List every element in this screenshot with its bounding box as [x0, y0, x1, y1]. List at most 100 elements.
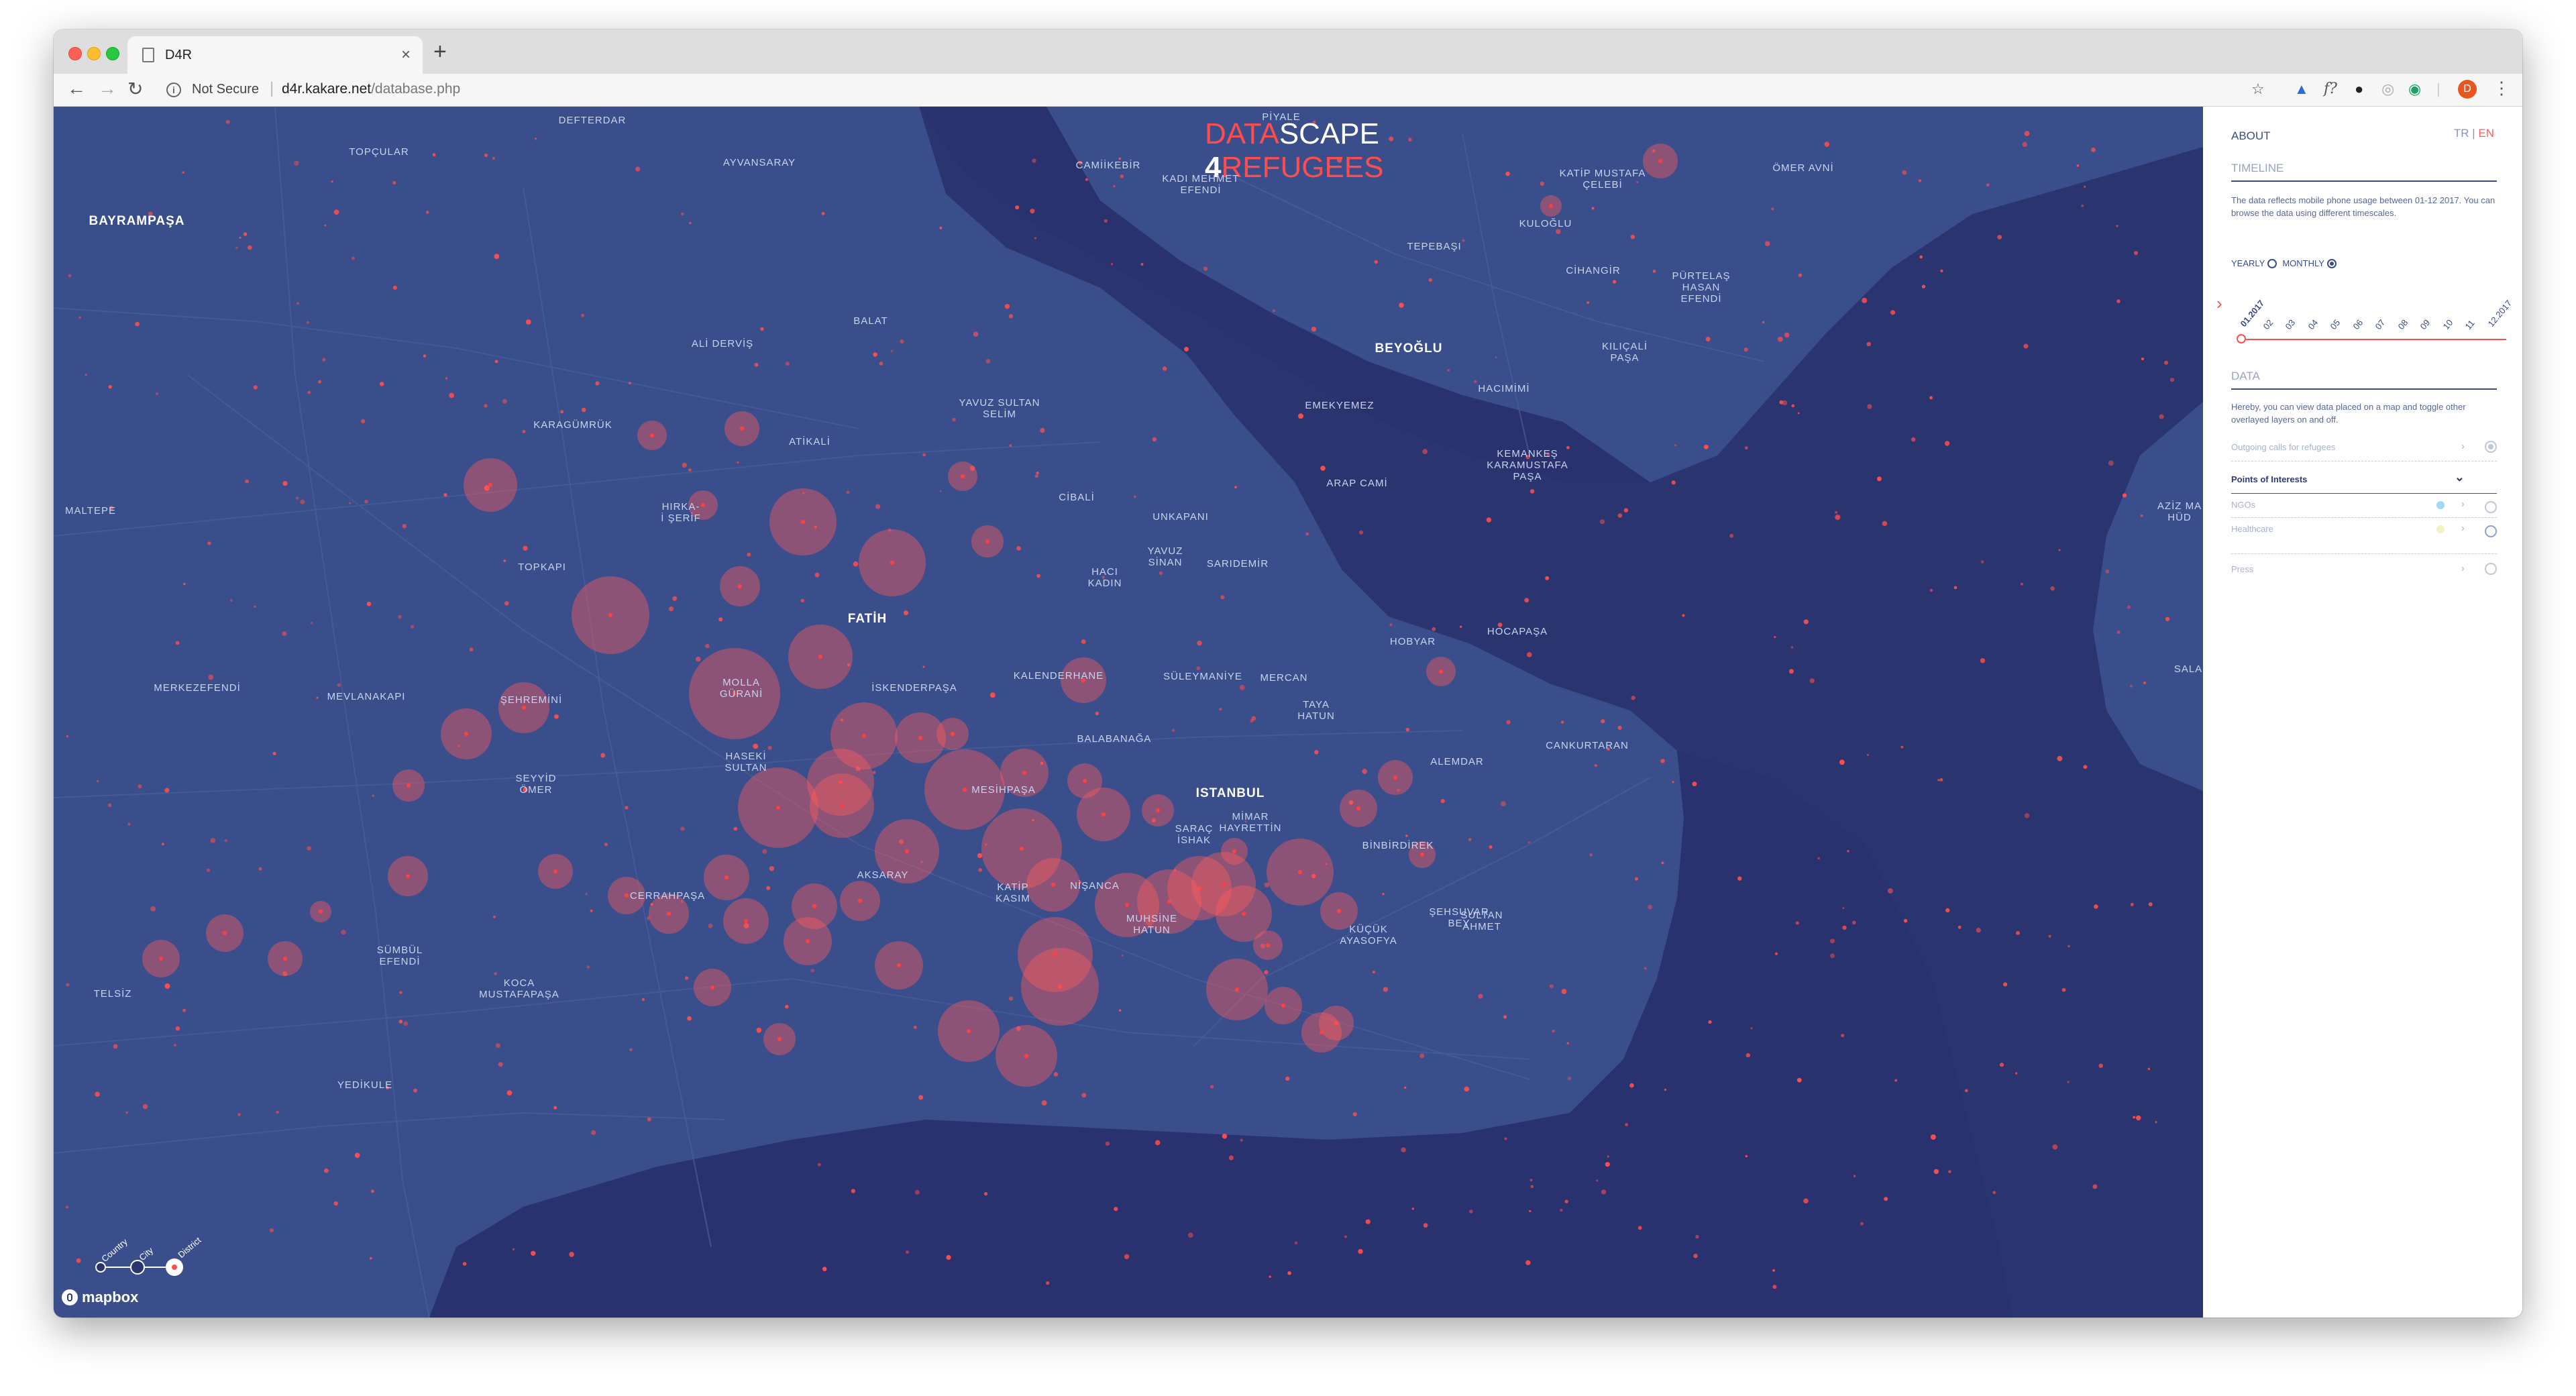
layer-ngos[interactable]: NGOs ›: [2231, 498, 2497, 513]
layer-toggle-healthcare[interactable]: [2485, 525, 2497, 537]
layer-toggle-press[interactable]: [2485, 563, 2497, 575]
month-label[interactable]: 04: [2306, 317, 2320, 331]
bookmark-star-icon[interactable]: ☆: [2251, 80, 2265, 98]
layer-outgoing-calls[interactable]: Outgoing calls for refugees ›: [2231, 441, 2497, 458]
month-label[interactable]: 08: [2396, 317, 2410, 331]
back-arrow-icon[interactable]: ←: [67, 78, 86, 99]
month-label[interactable]: 09: [2418, 317, 2432, 331]
about-link[interactable]: ABOUT: [2231, 129, 2271, 143]
security-label[interactable]: Not Secure: [192, 82, 259, 97]
close-icon[interactable]: ×: [401, 46, 411, 64]
maximize-window-button[interactable]: [106, 47, 119, 60]
map-canvas[interactable]: DATASCAPE 4REFUGEES DEFTERDAR TOPÇULAR AYV…: [54, 107, 2203, 1318]
mapbox-logo[interactable]: mapbox: [62, 1289, 138, 1306]
data-point: [1860, 1222, 1864, 1226]
data-point: [1294, 1241, 1298, 1245]
document-icon: [142, 48, 154, 62]
monthly-radio[interactable]: [2326, 258, 2337, 268]
data-point: [1607, 1155, 1609, 1158]
new-tab-button[interactable]: +: [433, 39, 447, 65]
url-field[interactable]: d4r.kakare.net/database.php: [282, 81, 460, 97]
month-label[interactable]: 07: [2373, 317, 2387, 331]
call-bubble-center: [1337, 909, 1341, 913]
close-window-button[interactable]: [68, 47, 82, 60]
place-label: YAVUZ SİNAN: [1147, 545, 1183, 568]
call-bubble-center: [1439, 669, 1443, 674]
data-point: [1919, 255, 1923, 259]
data-point: [411, 625, 415, 629]
data-point: [1587, 301, 1589, 304]
data-point: [853, 561, 859, 567]
data-point: [1648, 904, 1652, 910]
data-point: [810, 969, 814, 973]
minimize-window-button[interactable]: [87, 47, 101, 60]
chevron-right-icon[interactable]: ›: [2216, 293, 2222, 314]
place-label: HOCAPAŞA: [1487, 626, 1548, 637]
call-bubble-center: [223, 931, 227, 935]
reload-icon[interactable]: ↻: [127, 78, 143, 100]
extension-circle-icon[interactable]: ◎: [2381, 80, 2394, 98]
extension-grammarly-icon[interactable]: ◉: [2408, 80, 2421, 98]
layer-press[interactable]: Press ›: [2231, 563, 2497, 575]
month-label[interactable]: 03: [2284, 317, 2298, 331]
data-point: [1389, 136, 1394, 142]
yearly-radio[interactable]: [2267, 258, 2277, 268]
timeline-track[interactable]: [2241, 339, 2506, 340]
chevron-down-icon[interactable]: ⌄: [2455, 470, 2465, 484]
month-label[interactable]: 06: [2351, 317, 2365, 331]
data-point: [1929, 396, 1933, 400]
data-point: [1134, 495, 1136, 498]
call-bubble-center: [1242, 912, 1246, 916]
info-icon[interactable]: i: [166, 83, 181, 97]
month-label[interactable]: 02: [2261, 317, 2275, 331]
extension-cap-icon[interactable]: ▲: [2294, 80, 2309, 98]
data-point: [1239, 684, 1245, 690]
layer-points-of-interest[interactable]: Points of Interests ⌄: [2231, 470, 2497, 484]
address-bar: ← → ↻ i Not Secure | d4r.kakare.net/data…: [54, 74, 2522, 107]
profile-avatar[interactable]: D: [2458, 80, 2477, 99]
layer-toggle-ngos[interactable]: [2485, 501, 2497, 513]
data-point: [1835, 511, 1838, 514]
scale-switch[interactable]: Country City District: [89, 1235, 209, 1281]
data-point: [875, 504, 881, 509]
map-svg[interactable]: [54, 107, 2203, 1318]
data-point: [1737, 876, 1742, 881]
data-point: [2155, 1121, 2157, 1124]
data-point: [1617, 513, 1623, 518]
month-label[interactable]: 12.2017: [2485, 298, 2514, 329]
layer-toggle-outgoing-calls[interactable]: [2485, 441, 2497, 453]
data-point: [2023, 343, 2029, 349]
month-label[interactable]: 10: [2440, 317, 2455, 331]
lang-en[interactable]: EN: [2478, 127, 2494, 140]
data-point: [522, 429, 526, 433]
data-point: [2136, 1115, 2141, 1121]
data-point: [366, 602, 372, 606]
data-point: [1197, 641, 1202, 646]
menu-dots-icon[interactable]: ⋮: [2493, 78, 2510, 99]
data-point: [1682, 614, 1685, 617]
layer-healthcare[interactable]: Healthcare ›: [2231, 523, 2497, 537]
data-point: [1762, 321, 1765, 323]
layer-label: Healthcare: [2231, 524, 2273, 534]
month-label[interactable]: 11: [2463, 318, 2477, 331]
data-point: [1937, 779, 1941, 782]
lang-tr[interactable]: TR: [2454, 127, 2469, 140]
data-point: [1428, 278, 1433, 282]
data-point: [1876, 476, 1882, 482]
data-point: [78, 316, 81, 319]
monthly-label: MONTHLY: [2282, 258, 2324, 268]
chevron-right-icon: ›: [2461, 523, 2465, 534]
data-point: [1911, 437, 1916, 442]
browser-tab[interactable]: D4R ×: [127, 36, 423, 74]
timeline-slider[interactable]: › 01.2017 02 03 04 05 06 07 08 09 10 11 12.2017: [2216, 288, 2514, 362]
data-point: [1839, 759, 1845, 765]
data-point: [272, 751, 276, 755]
data-point: [1545, 576, 1550, 580]
data-point: [2048, 934, 2051, 938]
timeline-handle[interactable]: [2237, 334, 2246, 343]
month-label[interactable]: 05: [2328, 317, 2343, 331]
data-point: [978, 868, 982, 872]
extension-drop-icon[interactable]: ●: [2355, 80, 2363, 98]
extension-function-icon[interactable]: f?: [2324, 80, 2337, 97]
forward-arrow-icon[interactable]: →: [98, 78, 117, 99]
